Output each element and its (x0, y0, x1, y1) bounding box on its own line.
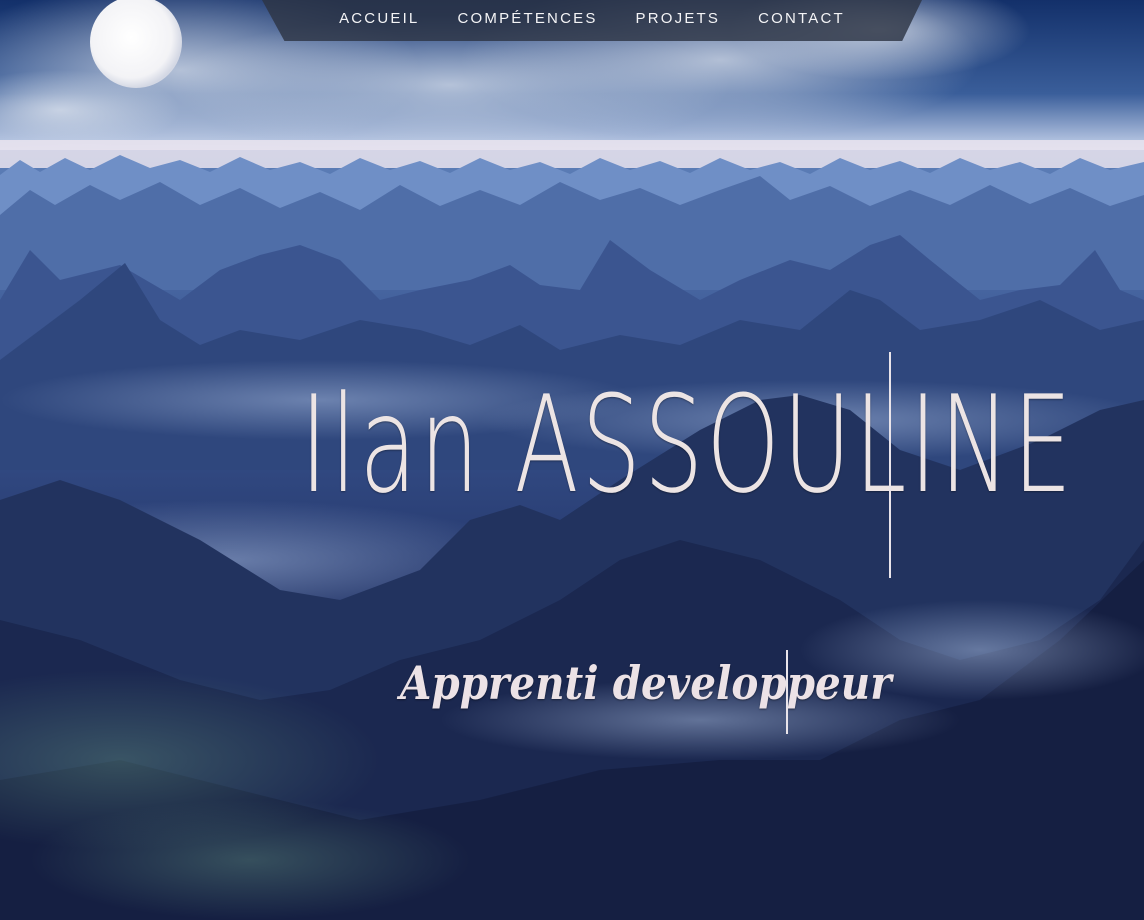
nav-link-accueil[interactable]: ACCUEIL (320, 10, 438, 27)
hero-title-block: Ilan ASSOULINE (0, 350, 1144, 580)
hero-name-heading: Ilan ASSOULINE (300, 367, 1075, 523)
nav-links-container: ACCUEIL COMPÉTENCES PROJETS CONTACT (262, 0, 922, 36)
hero-section: ACCUEIL COMPÉTENCES PROJETS CONTACT Ilan… (0, 0, 1144, 920)
nav-link-projets[interactable]: PROJETS (617, 10, 740, 27)
moon-shape (90, 0, 182, 88)
top-navigation-bar: ACCUEIL COMPÉTENCES PROJETS CONTACT (262, 0, 922, 41)
nav-link-competences[interactable]: COMPÉTENCES (438, 10, 616, 27)
typing-cursor-subtitle (786, 650, 788, 734)
typing-cursor-name (889, 352, 891, 578)
nav-link-contact[interactable]: CONTACT (739, 10, 864, 27)
hero-subtitle: Apprenti developpeur (400, 656, 892, 710)
